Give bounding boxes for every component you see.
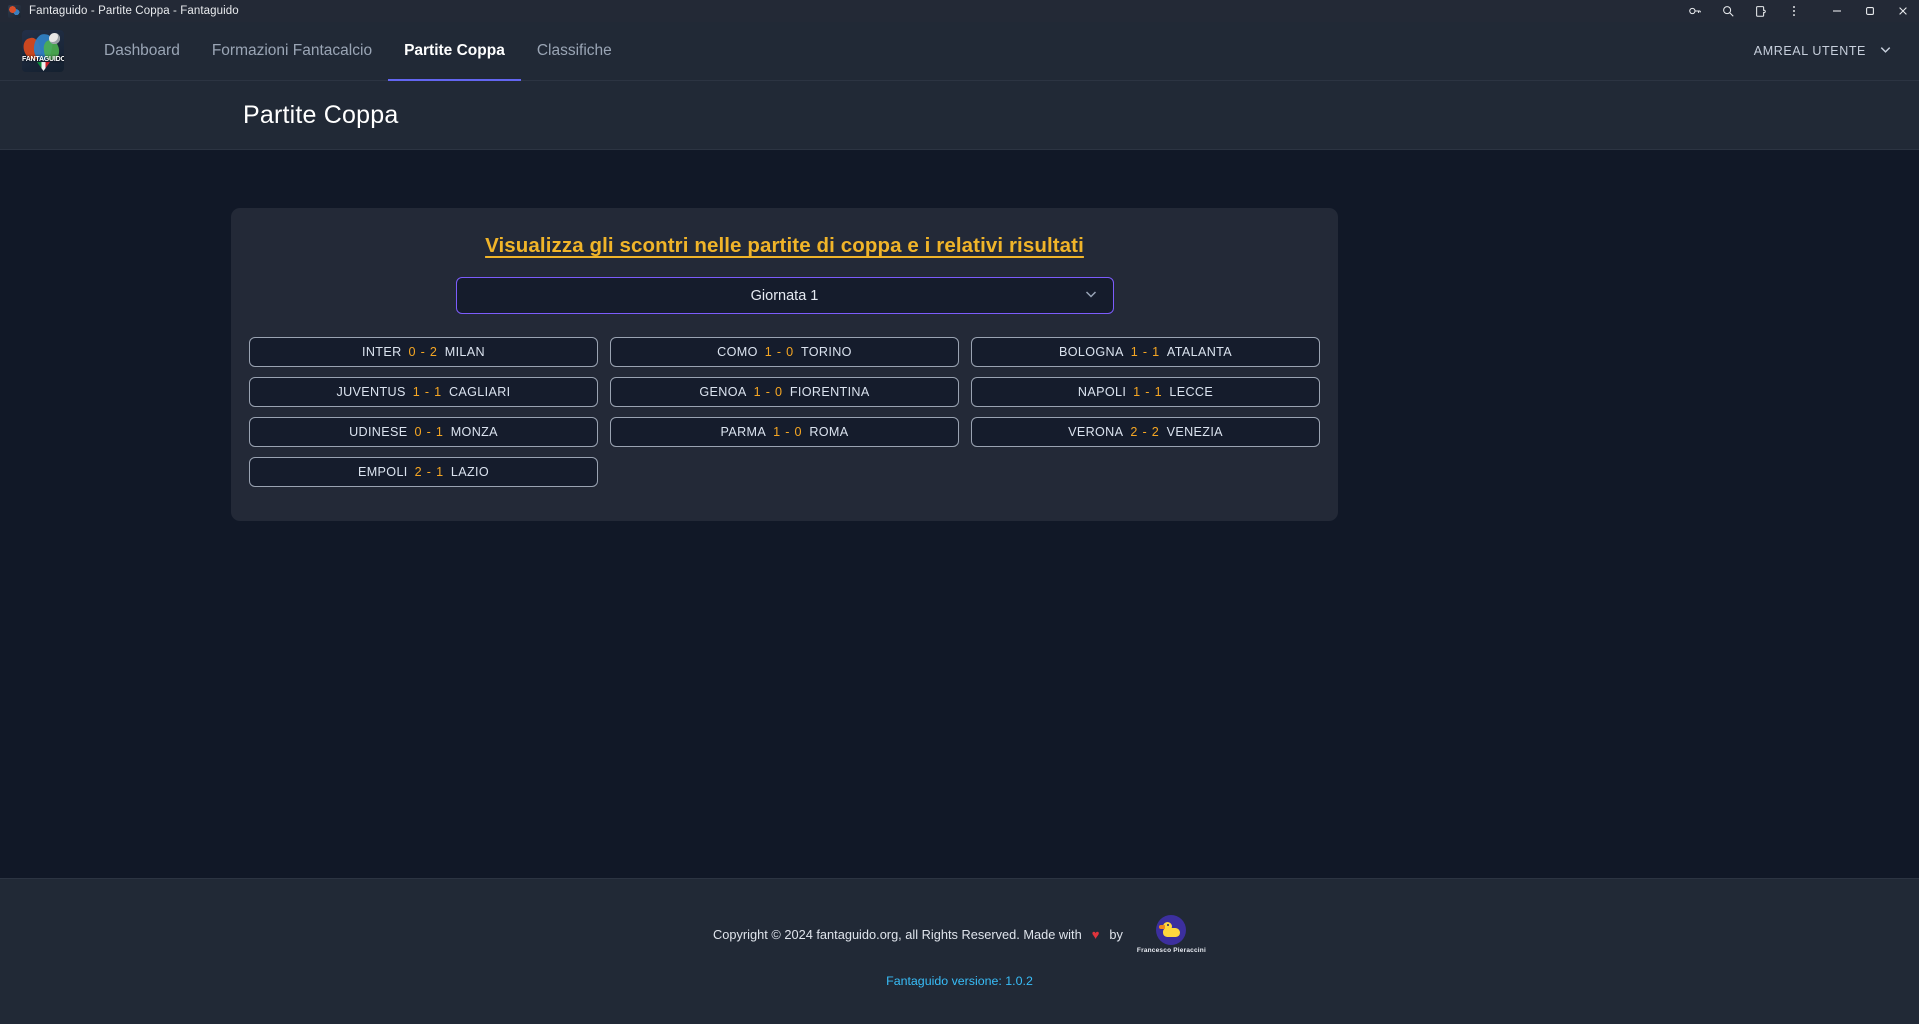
panel-heading: Visualizza gli scontri nelle partite di …	[485, 234, 1084, 257]
nav-item-formazioni-fantacalcio[interactable]: Formazioni Fantacalcio	[196, 22, 388, 81]
match-card[interactable]: EMPOLI 2 - 1 LAZIO	[249, 457, 598, 487]
user-menu[interactable]: AMREAL UTENTE	[1754, 42, 1893, 60]
main-content: Visualizza gli scontri nelle partite di …	[0, 150, 1919, 1024]
match-away-team: ATALANTA	[1166, 345, 1233, 359]
footer-credit-row: Copyright © 2024 fantaguido.org, all Rig…	[713, 915, 1206, 954]
match-score: 1 - 0	[753, 385, 783, 399]
match-home-team: INTER	[362, 345, 402, 359]
match-score: 2 - 1	[414, 465, 444, 479]
author-badge[interactable]: Francesco Pieraccini	[1137, 915, 1206, 954]
extensions-icon[interactable]	[1744, 0, 1777, 22]
site-footer: Copyright © 2024 fantaguido.org, all Rig…	[0, 878, 1919, 1024]
three-dot-menu-icon[interactable]	[1777, 0, 1810, 22]
user-menu-label: AMREAL UTENTE	[1753, 44, 1866, 58]
match-home-team: NAPOLI	[1077, 385, 1127, 399]
match-home-team: JUVENTUS	[336, 385, 406, 399]
match-away-team: TORINO	[800, 345, 852, 359]
match-card[interactable]: VERONA 2 - 2 VENEZIA	[971, 417, 1320, 447]
page-title: Partite Coppa	[243, 100, 399, 129]
match-home-team: EMPOLI	[357, 465, 408, 479]
match-card[interactable]: NAPOLI 1 - 1 LECCE	[971, 377, 1320, 407]
duck-icon	[1156, 915, 1187, 945]
matchday-select-wrapper: Giornata 1	[455, 277, 1114, 314]
match-home-team: COMO	[717, 345, 758, 359]
app-version: Fantaguido versione: 1.0.2	[886, 974, 1033, 988]
match-card[interactable]: JUVENTUS 1 - 1 CAGLIARI	[249, 377, 598, 407]
match-away-team: ROMA	[809, 425, 849, 439]
match-card[interactable]: UDINESE 0 - 1 MONZA	[249, 417, 598, 447]
match-score: 1 - 0	[773, 425, 803, 439]
copyright-text: Copyright © 2024 fantaguido.org, all Rig…	[713, 927, 1082, 942]
browser-tab-title: Fantaguido - Partite Coppa - Fantaguido	[29, 5, 239, 17]
match-card[interactable]: GENOA 1 - 0 FIORENTINA	[610, 377, 959, 407]
match-card[interactable]: PARMA 1 - 0 ROMA	[610, 417, 959, 447]
match-score: 1 - 1	[1133, 385, 1163, 399]
match-home-team: GENOA	[699, 385, 747, 399]
match-home-team: PARMA	[720, 425, 767, 439]
logo-wordmark: FANTAGUIDO	[22, 56, 64, 63]
footer-by-text: by	[1109, 927, 1123, 942]
match-score: 1 - 1	[1130, 345, 1160, 359]
matchday-select-value: Giornata 1	[750, 287, 819, 304]
match-home-team: UDINESE	[349, 425, 408, 439]
match-home-team: BOLOGNA	[1058, 345, 1124, 359]
matches-grid: INTER 0 - 2 MILAN COMO 1 - 0 TORINO BOLOGNA 1 -…	[249, 337, 1320, 487]
match-away-team: FIORENTINA	[789, 385, 870, 399]
coppa-panel: Visualizza gli scontri nelle partite di …	[231, 208, 1338, 521]
match-away-team: MONZA	[450, 425, 498, 439]
chevron-down-icon	[1083, 286, 1099, 306]
chevron-down-icon	[1878, 42, 1893, 60]
match-card[interactable]: INTER 0 - 2 MILAN	[249, 337, 598, 367]
nav-item-classifiche[interactable]: Classifiche	[521, 22, 628, 81]
match-card[interactable]: COMO 1 - 0 TORINO	[610, 337, 959, 367]
key-icon[interactable]	[1678, 0, 1711, 22]
match-score: 0 - 1	[414, 425, 444, 439]
fantaguido-logo[interactable]: FANTAGUIDO	[22, 30, 64, 72]
browser-titlebar: Fantaguido - Partite Coppa - Fantaguido	[0, 0, 1919, 22]
maximize-icon[interactable]	[1853, 0, 1886, 22]
match-score: 0 - 2	[408, 345, 438, 359]
match-away-team: LAZIO	[450, 465, 490, 479]
site-navbar: FANTAGUIDO Dashboard Formazioni Fantacal…	[0, 22, 1919, 81]
match-away-team: CAGLIARI	[448, 385, 511, 399]
page-header-band: Partite Coppa	[0, 81, 1919, 150]
nav-links: Dashboard Formazioni Fantacalcio Partite…	[88, 22, 628, 81]
browser-controls	[1678, 0, 1919, 22]
match-away-team: LECCE	[1169, 385, 1214, 399]
search-icon[interactable]	[1711, 0, 1744, 22]
match-home-team: VERONA	[1068, 425, 1124, 439]
favicon-icon	[8, 4, 21, 18]
logo-football-icon	[49, 33, 60, 44]
match-away-team: VENEZIA	[1166, 425, 1223, 439]
match-score: 1 - 0	[764, 345, 794, 359]
close-icon[interactable]	[1886, 0, 1919, 22]
author-name: Francesco Pieraccini	[1136, 947, 1206, 954]
minimize-icon[interactable]	[1820, 0, 1853, 22]
match-score: 2 - 2	[1130, 425, 1160, 439]
nav-item-dashboard[interactable]: Dashboard	[88, 22, 196, 81]
match-away-team: MILAN	[444, 345, 485, 359]
nav-item-partite-coppa[interactable]: Partite Coppa	[388, 22, 521, 81]
heart-icon: ♥	[1091, 927, 1100, 942]
matchday-select[interactable]: Giornata 1	[455, 277, 1114, 314]
match-score: 1 - 1	[412, 385, 442, 399]
match-card[interactable]: BOLOGNA 1 - 1 ATALANTA	[971, 337, 1320, 367]
duck-beak	[1159, 925, 1166, 929]
